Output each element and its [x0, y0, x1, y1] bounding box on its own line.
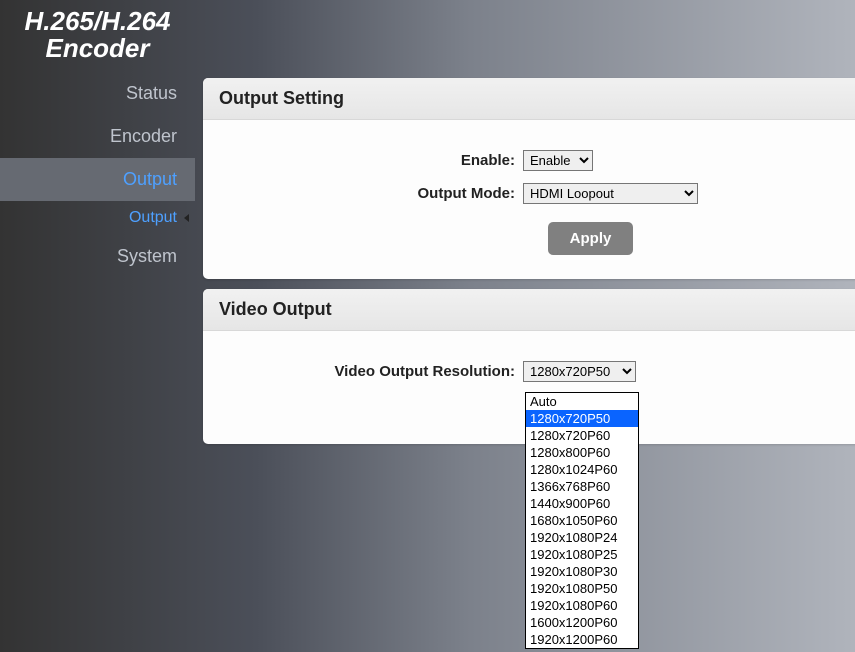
- video-res-option[interactable]: 1280x720P50: [526, 410, 638, 427]
- enable-row: Enable: Enable: [223, 150, 843, 171]
- enable-select[interactable]: Enable: [523, 150, 593, 171]
- output-setting-panel: Output Setting Enable: Enable Output Mod…: [203, 78, 855, 279]
- app-logo: H.265/H.264 Encoder: [0, 0, 195, 63]
- apply-button[interactable]: Apply: [548, 222, 634, 255]
- video-res-option[interactable]: 1366x768P60: [526, 478, 638, 495]
- video-res-select[interactable]: 1280x720P50: [523, 361, 636, 382]
- nav-output-sub[interactable]: Output: [0, 201, 195, 235]
- video-res-option[interactable]: 1280x800P60: [526, 444, 638, 461]
- video-res-dropdown[interactable]: Auto1280x720P501280x720P601280x800P60128…: [525, 392, 639, 649]
- video-res-option[interactable]: 1280x1024P60: [526, 461, 638, 478]
- video-res-option[interactable]: 1920x1080P25: [526, 546, 638, 563]
- output-mode-row: Output Mode: HDMI Loopout: [223, 183, 843, 204]
- nav-status[interactable]: Status: [0, 72, 195, 115]
- logo-line2: Encoder: [0, 35, 195, 62]
- output-setting-title: Output Setting: [203, 78, 855, 120]
- video-res-option[interactable]: Auto: [526, 393, 638, 410]
- sidebar: Status Encoder Output Output System: [0, 72, 195, 278]
- enable-label: Enable:: [223, 152, 523, 169]
- video-res-option[interactable]: 1920x1080P60: [526, 597, 638, 614]
- video-res-option[interactable]: 1680x1050P60: [526, 512, 638, 529]
- video-res-option[interactable]: 1280x720P60: [526, 427, 638, 444]
- nav-output[interactable]: Output: [0, 158, 195, 201]
- nav-system[interactable]: System: [0, 235, 195, 278]
- video-res-option[interactable]: 1600x1200P60: [526, 614, 638, 631]
- video-res-option[interactable]: 1920x1080P50: [526, 580, 638, 597]
- nav-encoder[interactable]: Encoder: [0, 115, 195, 158]
- video-res-option[interactable]: 1440x900P60: [526, 495, 638, 512]
- video-res-option[interactable]: 1920x1200P60: [526, 631, 638, 648]
- logo-line1: H.265/H.264: [0, 8, 195, 35]
- video-res-option[interactable]: 1920x1080P30: [526, 563, 638, 580]
- output-mode-select[interactable]: HDMI Loopout: [523, 183, 698, 204]
- output-mode-label: Output Mode:: [223, 185, 523, 202]
- video-res-option[interactable]: 1920x1080P24: [526, 529, 638, 546]
- video-res-row: Video Output Resolution: 1280x720P50: [223, 361, 843, 382]
- video-res-label: Video Output Resolution:: [223, 363, 523, 380]
- video-output-title: Video Output: [203, 289, 855, 331]
